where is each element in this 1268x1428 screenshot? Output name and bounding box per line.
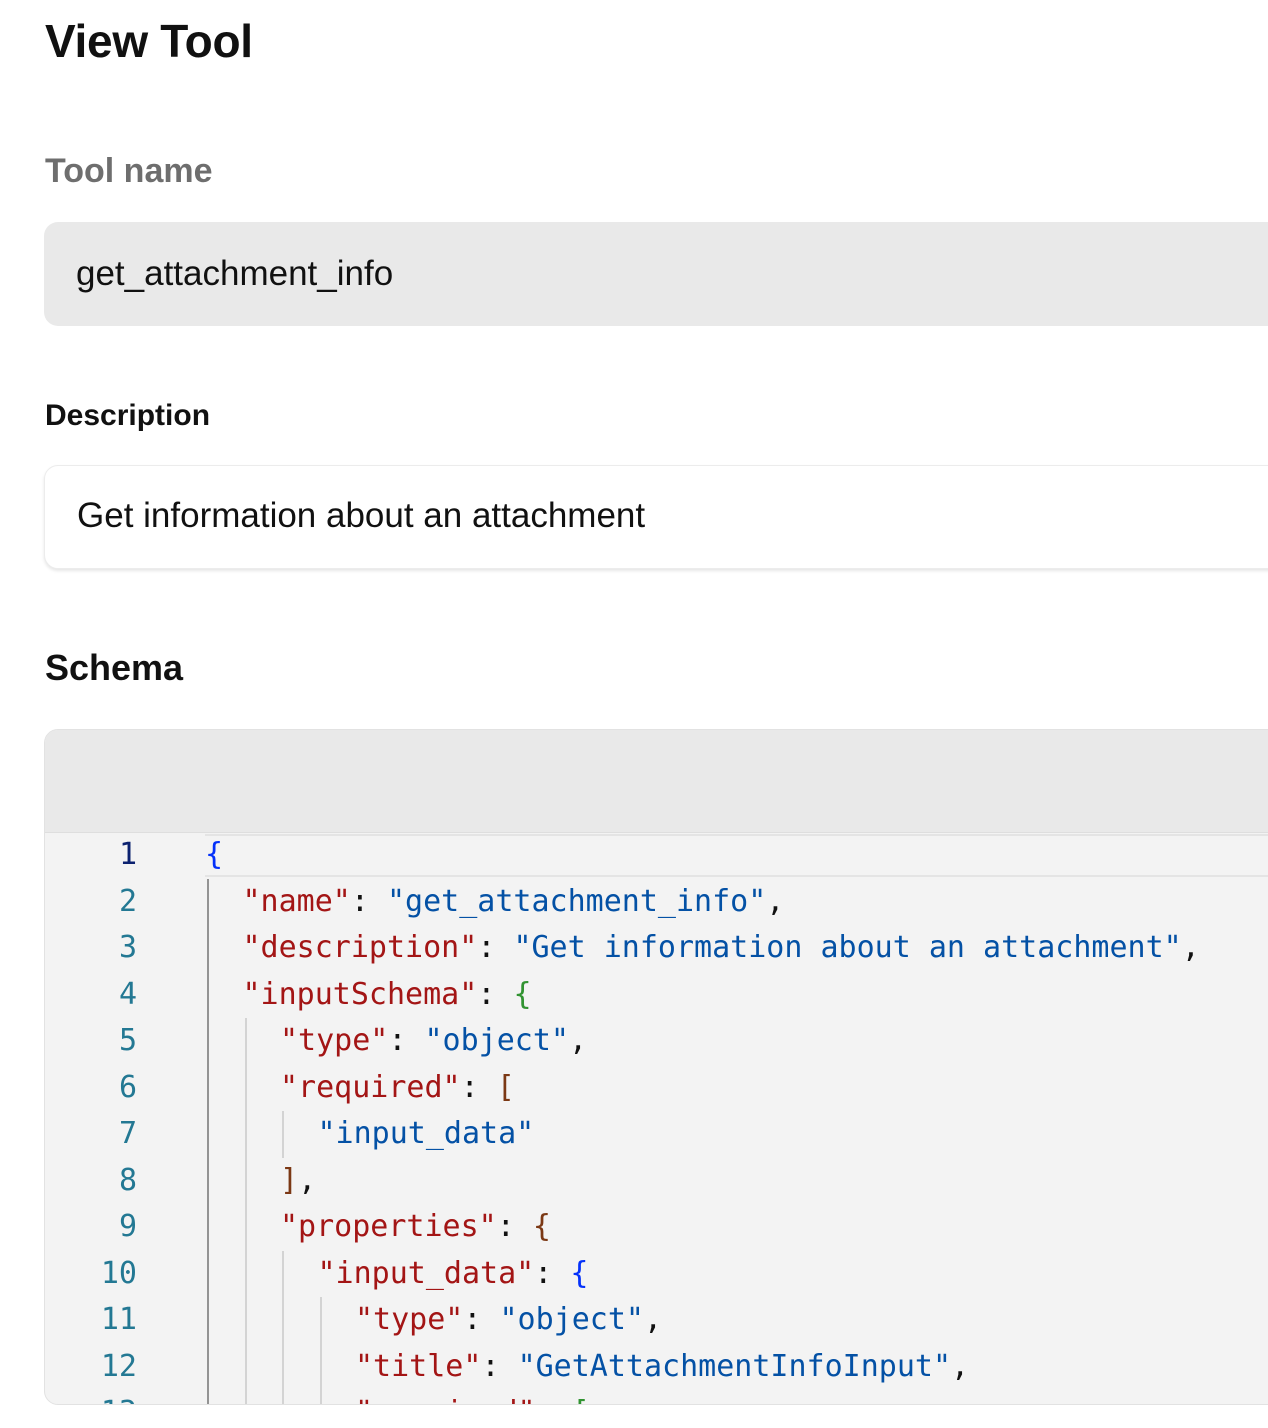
line-number: 6 — [118, 1069, 137, 1105]
code-token: "Get information about an attachment" — [513, 930, 1182, 965]
description-field[interactable]: Get information about an attachment — [44, 465, 1268, 569]
line-number: 8 — [118, 1162, 137, 1198]
code-token: "type" — [280, 1023, 389, 1058]
code-token: [ — [496, 1069, 515, 1105]
line-number: 5 — [118, 1023, 137, 1058]
code-token: : — [536, 1395, 572, 1404]
code-line: "type": "object", — [280, 1018, 587, 1065]
line-number: 13 — [57, 1390, 137, 1404]
code-token: "input_data" — [317, 1255, 535, 1291]
code-line: { — [205, 832, 223, 879]
code-token: : — [388, 1023, 425, 1058]
line-number: 10 — [100, 1255, 137, 1291]
schema-editor[interactable]: 12345678910111213 {"name": "get_attachme… — [44, 729, 1268, 1405]
code-token: , — [644, 1302, 663, 1337]
schema-label: Schema — [45, 647, 184, 688]
code-token: , — [298, 1162, 317, 1198]
code-token: , — [766, 883, 785, 919]
code-line: "input_data": { — [318, 1251, 589, 1298]
code-token: , — [1181, 930, 1200, 965]
code-line: "required": [ — [355, 1390, 590, 1404]
code-token: "inputSchema" — [242, 976, 478, 1012]
code-token: : — [463, 1302, 500, 1337]
code-token: { — [205, 837, 224, 872]
code-token: : — [534, 1255, 571, 1291]
line-number: 11 — [100, 1302, 137, 1337]
code-line: "description": "Get information about an… — [243, 925, 1200, 972]
current-line-highlight — [205, 834, 1268, 877]
code-token: "type" — [355, 1302, 464, 1337]
code-line: "properties": { — [280, 1204, 551, 1251]
line-number: 1 — [118, 837, 137, 872]
schema-code-area[interactable]: 12345678910111213 {"name": "get_attachme… — [45, 832, 1268, 1404]
description-label: Description — [45, 399, 211, 432]
code-token: "name" — [242, 883, 351, 919]
code-line: "type": "object", — [355, 1297, 662, 1344]
code-line: ], — [280, 1158, 316, 1205]
code-line: "input_data" — [318, 1111, 535, 1158]
code-token: { — [532, 1209, 551, 1244]
code-token: , — [951, 1348, 970, 1384]
code-token: "object" — [499, 1302, 645, 1337]
code-line: "title": "GetAttachmentInfoInput", — [355, 1344, 969, 1391]
code-token: "GetAttachmentInfoInput" — [517, 1348, 952, 1384]
code-token: "input_data" — [317, 1116, 535, 1151]
line-number: 7 — [118, 1116, 137, 1151]
code-token: "object" — [424, 1023, 570, 1058]
indent-guide — [207, 878, 209, 1404]
page-title: View Tool — [45, 15, 253, 67]
indent-guide — [282, 1250, 284, 1404]
line-number: 9 — [118, 1209, 137, 1244]
code-token: "required" — [280, 1069, 461, 1105]
code-token: { — [513, 976, 532, 1012]
code-token: "title" — [355, 1348, 482, 1384]
indent-guide — [319, 1297, 322, 1404]
code-token: : — [460, 1069, 497, 1105]
code-token: { — [570, 1255, 589, 1291]
code-line: "required": [ — [280, 1065, 515, 1112]
code-token: : — [477, 976, 514, 1012]
code-token: "required" — [355, 1395, 536, 1404]
code-token: : — [496, 1209, 533, 1244]
code-token: [ — [572, 1395, 590, 1404]
code-token: , — [569, 1023, 588, 1058]
code-token: ] — [280, 1162, 299, 1198]
indent-guide — [282, 1111, 284, 1158]
line-number: 4 — [118, 976, 137, 1012]
code-line: "name": "get_attachment_info", — [243, 879, 785, 926]
code-token: "properties" — [280, 1209, 497, 1244]
line-number: 2 — [118, 883, 137, 919]
view-tool-page: View Tool Tool name get_attachment_info … — [0, 0, 1268, 1428]
schema-editor-toolbar — [45, 730, 1268, 833]
code-token: : — [477, 930, 514, 965]
code-token: "description" — [242, 930, 478, 965]
tool-name-label: Tool name — [45, 152, 213, 190]
tool-name-field: get_attachment_info — [44, 222, 1268, 326]
code-token: : — [481, 1348, 518, 1384]
line-number: 3 — [118, 930, 137, 965]
indent-guide — [244, 1018, 247, 1404]
code-token: "get_attachment_info" — [387, 883, 767, 919]
code-token: : — [350, 883, 387, 919]
line-number: 12 — [100, 1348, 137, 1384]
code-line: "inputSchema": { — [243, 972, 532, 1019]
